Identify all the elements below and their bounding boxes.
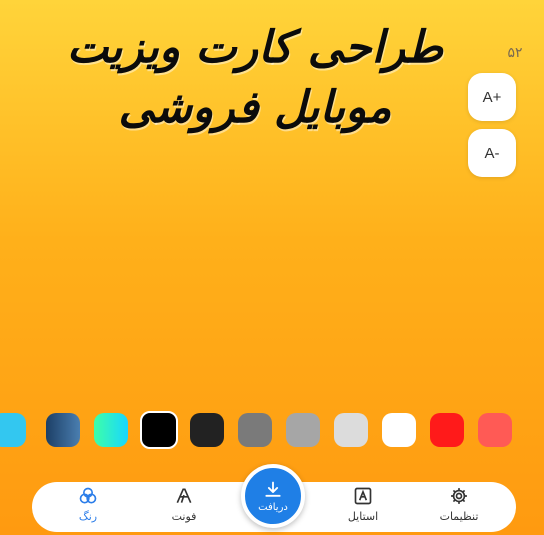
nav-font[interactable]: فونت [144,486,224,530]
color-swatch-dark-gray[interactable] [238,413,272,447]
color-swatch-black[interactable] [140,411,178,449]
nav-font-label: فونت [171,510,197,523]
increase-font-button[interactable]: A+ [468,73,516,121]
color-swatch-cyan[interactable] [0,413,26,447]
font-icon [176,488,192,504]
color-swatch-mint-gradient[interactable] [94,413,128,447]
nav-settings[interactable]: تنظیمات [419,486,499,530]
download-label: دریافت [258,501,288,513]
style-icon [354,487,372,505]
nav-style-label: استایل [347,510,379,523]
color-swatch-red[interactable] [430,413,464,447]
headline-text[interactable]: طراحی کارت ویزیت موبایل فروشی [60,18,450,138]
color-palette [0,411,544,449]
color-swatch-light-gray[interactable] [334,413,368,447]
color-swatch-charcoal[interactable] [190,413,224,447]
gear-icon [451,488,467,504]
nav-color-label: رنگ [78,510,98,523]
font-size-readout: ۵۲ [507,44,523,60]
nav-settings-label: تنظیمات [439,510,479,523]
color-swatch-gray[interactable] [286,413,320,447]
decrease-font-button[interactable]: A- [468,129,516,177]
download-icon [265,481,281,497]
download-button[interactable]: دریافت [241,464,305,528]
color-circles-icon [79,487,97,504]
color-swatch-light-red[interactable] [478,413,512,447]
color-swatch-steel-blue[interactable] [46,413,80,447]
nav-style[interactable]: استایل [323,486,403,530]
color-swatch-white[interactable] [382,413,416,447]
nav-color[interactable]: رنگ [48,486,128,530]
